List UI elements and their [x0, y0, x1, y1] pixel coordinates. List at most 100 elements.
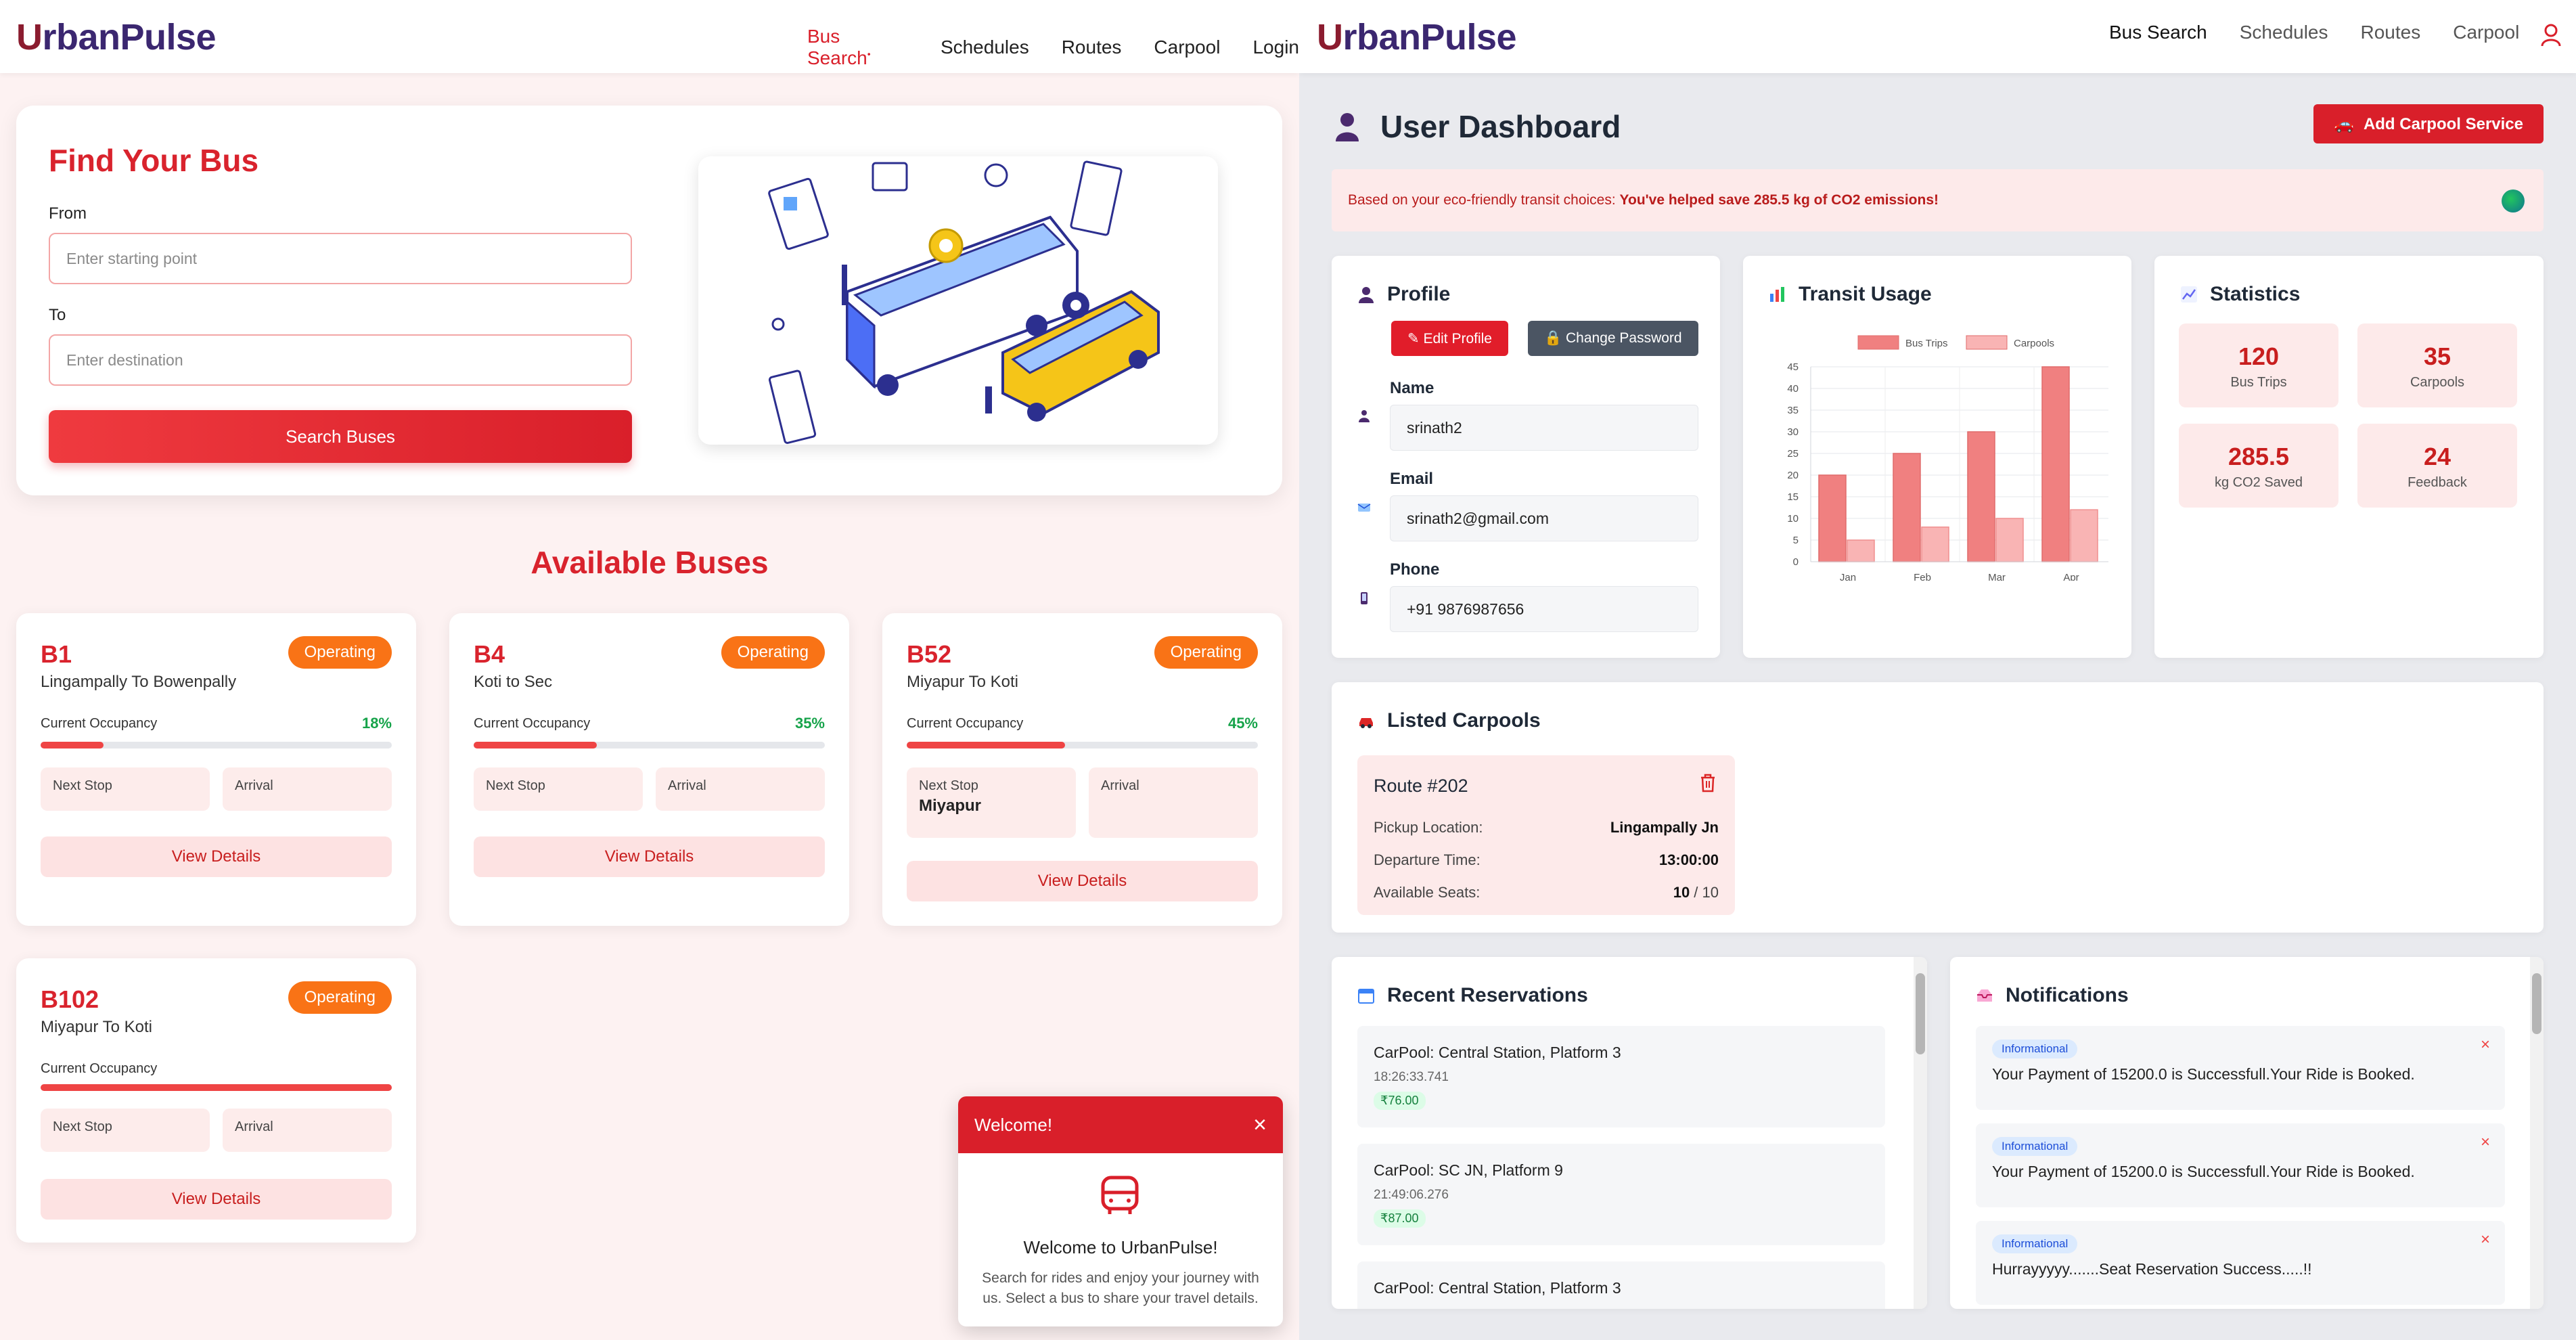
logo-letter: U [16, 17, 43, 58]
close-icon[interactable]: × [2481, 1230, 2490, 1249]
occupancy-bar-fill [907, 742, 1065, 749]
scrollbar-thumb[interactable] [2532, 973, 2541, 1034]
nav-routes[interactable]: Routes [2361, 22, 2421, 43]
from-input[interactable] [49, 233, 632, 284]
close-icon[interactable]: × [2481, 1035, 2490, 1054]
trash-icon[interactable] [1698, 773, 1717, 793]
stat-co2-saved: 285.5 kg CO2 Saved [2179, 424, 2338, 508]
close-icon[interactable]: × [1253, 1112, 1267, 1138]
nav-bus-search[interactable]: Bus Search• [807, 26, 908, 69]
notification-message: Your Payment of 15200.0 is Successfull.Y… [1992, 1163, 2415, 1180]
nav-carpool[interactable]: Carpool [1154, 37, 1220, 58]
nav-schedules[interactable]: Schedules [941, 37, 1029, 58]
app-logo[interactable]: UrbanPulse [1317, 16, 1517, 58]
profile-title: Profile [1357, 283, 1450, 306]
nav-bus-search[interactable]: Bus Search [2109, 22, 2207, 43]
nav-schedules[interactable]: Schedules [2240, 22, 2328, 43]
add-carpool-button[interactable]: 🚗 Add Carpool Service [2313, 104, 2544, 143]
pickup-row: Pickup Location: Lingampally Jn [1374, 819, 1719, 836]
transit-usage-chart: 0 5 10 15 20 25 30 35 40 45 Jan Feb Mar Apr Bus Trips C… [1787, 335, 2108, 581]
statistics-title: Statistics [2180, 283, 2300, 306]
toast-title: Welcome to UrbanPulse! [1023, 1237, 1218, 1257]
bar-bus-trips [2041, 366, 2070, 562]
y-tick-label: 5 [1793, 535, 1799, 546]
nav-carpool[interactable]: Carpool [2453, 22, 2519, 43]
notification-item: Informational Your Payment of 15200.0 is… [1976, 1026, 2505, 1110]
departure-row: Departure Time: 13:00:00 [1374, 851, 1719, 868]
bus-route: Lingampally To Bowenpally [41, 673, 237, 691]
bus-route: Miyapur To Koti [41, 1018, 152, 1036]
bus-card-b52: B52 Miyapur To Koti Operating Current Oc… [882, 613, 1282, 926]
reservation-item[interactable]: CarPool: Central Station, Platform 3 18:… [1357, 1026, 1885, 1127]
view-details-button[interactable]: View Details [907, 861, 1258, 901]
to-input[interactable] [49, 334, 632, 386]
occupancy-label: Current Occupancy [474, 716, 591, 731]
occupancy-bar-fill [474, 742, 597, 749]
top-navbar: UrbanPulse Bus Search Schedules Routes C… [1299, 0, 2576, 73]
phone-icon [1361, 592, 1368, 604]
occupancy-value: 18% [361, 715, 392, 732]
recent-reservations-title: Recent Reservations [1357, 984, 1588, 1007]
bus-route: Koti to Sec [474, 673, 553, 691]
email-icon [1357, 504, 1371, 512]
price-badge: ₹87.00 [1374, 1209, 1426, 1228]
notification-message: Your Payment of 15200.0 is Successfull.Y… [1992, 1065, 2415, 1083]
edit-profile-button[interactable]: ✎ Edit Profile [1391, 321, 1508, 356]
occupancy-label: Current Occupancy [41, 1061, 158, 1076]
transit-usage-title: Transit Usage [1769, 283, 1932, 306]
next-stop-box: Next Stop [474, 767, 643, 811]
bar-carpools [1847, 539, 1875, 562]
dashboard-title-row: User Dashboard [1334, 108, 1621, 145]
bus-number: B102 [41, 985, 99, 1013]
status-badge: Operating [1154, 636, 1258, 669]
stat-bus-trips: 120 Bus Trips [2179, 323, 2338, 407]
reservation-item[interactable]: CarPool: Central Station, Platform 3 [1357, 1261, 1885, 1309]
scrollbar-thumb[interactable] [1916, 973, 1925, 1054]
car-icon: 🚗 [2334, 114, 2354, 133]
view-details-button[interactable]: View Details [474, 836, 825, 877]
arrival-box: Arrival [223, 767, 392, 811]
bus-route: Miyapur To Koti [907, 673, 1018, 691]
x-tick-label: Apr [2063, 572, 2079, 581]
bus-number: B52 [907, 640, 952, 668]
user-account-icon[interactable] [2540, 23, 2562, 47]
from-label: From [49, 204, 87, 223]
eco-highlight: You've helped save 285.5 kg of CO2 emiss… [1619, 192, 1939, 208]
nav-routes[interactable]: Routes [1062, 37, 1122, 58]
scrollbar[interactable] [1914, 957, 1927, 1309]
globe-icon [2502, 189, 2525, 213]
status-badge: Operating [288, 636, 392, 669]
x-tick-label: Jan [1840, 572, 1856, 581]
y-tick-label: 45 [1787, 361, 1799, 373]
legend-label: Bus Trips [1905, 338, 1948, 349]
reservation-item[interactable]: CarPool: SC JN, Platform 9 21:49:06.276 … [1357, 1144, 1885, 1245]
view-details-button[interactable]: View Details [41, 836, 392, 877]
bus-icon [1101, 1176, 1139, 1214]
profile-card: Profile ✎ Edit Profile 🔒 Change Password… [1332, 256, 1720, 658]
name-value: srinath2 [1390, 405, 1698, 451]
inbox-icon [1977, 989, 1992, 1002]
app-logo[interactable]: UrbanPulse [16, 16, 217, 58]
arrival-box: Arrival [223, 1109, 392, 1152]
change-password-button[interactable]: 🔒 Change Password [1528, 321, 1698, 356]
seats-row: Available Seats: 10 / 10 [1374, 884, 1719, 901]
phone-value: +91 9876987656 [1390, 586, 1698, 632]
y-tick-label: 20 [1787, 470, 1799, 481]
lock-icon: 🔒 [1544, 330, 1566, 346]
toast-header: Welcome! × [958, 1096, 1283, 1153]
page-title: User Dashboard [1380, 109, 1621, 144]
scrollbar[interactable] [2530, 957, 2544, 1309]
occupancy-bar-fill [41, 1084, 392, 1091]
top-navbar: UrbanPulse Bus Search• Schedules Routes … [0, 0, 1299, 73]
bar-bus-trips [1893, 453, 1921, 562]
bar-carpools [1921, 527, 1949, 562]
nav-links: Bus Search Schedules Routes Carpool [2109, 22, 2519, 43]
occupancy-label: Current Occupancy [907, 716, 1024, 731]
nav-login[interactable]: Login [1252, 37, 1299, 58]
bar-bus-trips [1967, 431, 1995, 562]
view-details-button[interactable]: View Details [41, 1179, 392, 1220]
close-icon[interactable]: × [2481, 1133, 2490, 1152]
bus-card-b1: B1 Lingampally To Bowenpally Operating C… [16, 613, 416, 926]
y-tick-label: 25 [1787, 448, 1799, 460]
search-buses-button[interactable]: Search Buses [49, 410, 632, 463]
